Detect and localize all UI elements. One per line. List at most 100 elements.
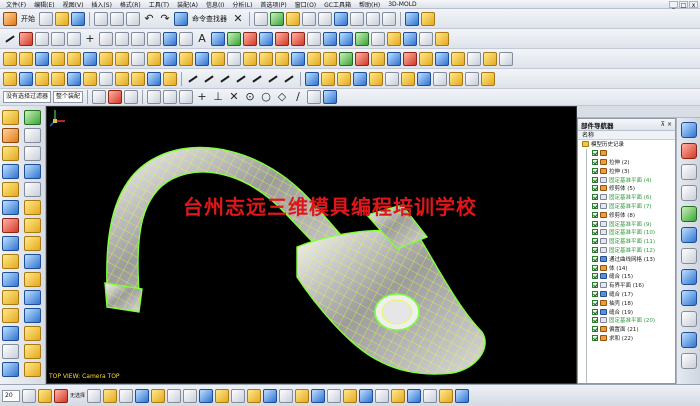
- checkbox[interactable]: [592, 158, 598, 165]
- snap-face-icon[interactable]: [307, 90, 322, 104]
- checkbox[interactable]: [592, 150, 598, 157]
- undo-icon[interactable]: ↶: [142, 12, 156, 26]
- sketch-trim-icon[interactable]: [250, 72, 264, 86]
- tree-item[interactable]: [578, 149, 675, 158]
- perspective-icon[interactable]: [119, 388, 134, 403]
- checkbox[interactable]: [592, 264, 598, 271]
- curve-length-icon[interactable]: [371, 31, 385, 46]
- tree-item[interactable]: 缝合 (19): [578, 307, 675, 316]
- split-tool-icon[interactable]: [24, 254, 41, 269]
- redo-icon[interactable]: ↷: [158, 12, 172, 26]
- csys-icon[interactable]: [359, 388, 374, 403]
- face-blend-icon[interactable]: [99, 71, 113, 86]
- tree-item[interactable]: 固定基准平面 (11): [578, 237, 675, 246]
- checkbox[interactable]: [592, 255, 598, 262]
- intersect-curve-icon[interactable]: [243, 31, 257, 46]
- ellipse-icon[interactable]: [147, 31, 161, 46]
- datum-csys-icon[interactable]: [24, 110, 41, 125]
- section-curve-icon[interactable]: [291, 31, 305, 46]
- info-icon[interactable]: [423, 388, 438, 403]
- edit-curve-icon[interactable]: [355, 31, 369, 46]
- system-scenes-icon[interactable]: [680, 311, 697, 327]
- pin-close-icon[interactable]: ⊼ ×: [661, 121, 672, 128]
- menu-insert[interactable]: 插入(S): [87, 0, 116, 9]
- wrap-curve-icon[interactable]: [419, 31, 433, 46]
- view-front-icon[interactable]: [167, 388, 182, 403]
- scale-body-icon[interactable]: [419, 51, 433, 66]
- snap-endpoint-icon[interactable]: [163, 90, 178, 104]
- constraint-navigator-icon[interactable]: [680, 143, 697, 159]
- intersect-icon[interactable]: [227, 51, 241, 66]
- analysis-icon[interactable]: [305, 71, 319, 86]
- polygon-icon[interactable]: [131, 31, 145, 46]
- offset-face-icon[interactable]: [355, 51, 369, 66]
- checkbox[interactable]: [592, 290, 598, 297]
- groove-icon[interactable]: [179, 51, 193, 66]
- pan-icon[interactable]: [87, 388, 102, 403]
- zoom-dropdown[interactable]: 20: [2, 389, 20, 402]
- checkbox[interactable]: [592, 176, 598, 183]
- snap-midpoint-icon[interactable]: [179, 90, 194, 104]
- graphics-viewport[interactable]: 台州志远三维模具编程培训学校 TOP VIEW: Camera TOP: [46, 106, 577, 384]
- system-materials-icon[interactable]: [680, 248, 697, 264]
- palette-icon[interactable]: [680, 332, 697, 348]
- start-icon[interactable]: [3, 11, 17, 26]
- checkbox[interactable]: [592, 211, 598, 218]
- wcs-icon[interactable]: [270, 11, 284, 26]
- sew-tool-icon[interactable]: [2, 290, 19, 305]
- sweep-tool-icon[interactable]: [2, 146, 19, 161]
- macro-icon[interactable]: [455, 388, 470, 403]
- general-select-icon[interactable]: [108, 90, 123, 104]
- patch-tool-icon[interactable]: [24, 290, 41, 305]
- save-icon[interactable]: [71, 11, 85, 26]
- blend-tool-icon[interactable]: [2, 182, 19, 197]
- restore-button[interactable]: □: [679, 0, 688, 9]
- checkbox[interactable]: [592, 273, 598, 280]
- thicken-icon[interactable]: [339, 51, 353, 66]
- move-face-icon[interactable]: [24, 308, 41, 323]
- cylinder-icon[interactable]: [51, 51, 65, 66]
- cone-icon[interactable]: [67, 51, 81, 66]
- curve-icon[interactable]: [67, 31, 81, 46]
- hole-tool-icon[interactable]: [24, 146, 41, 161]
- window-icon[interactable]: [254, 11, 268, 26]
- n-sided-surface-icon[interactable]: [67, 71, 81, 86]
- checkbox[interactable]: [592, 334, 598, 341]
- checkbox[interactable]: [592, 167, 598, 174]
- tree-item[interactable]: 修剪体 (5): [578, 184, 675, 193]
- tree-item[interactable]: 通过曲线网格 (13): [578, 254, 675, 263]
- through-curve-mesh-icon[interactable]: [19, 71, 33, 86]
- checkbox[interactable]: [592, 308, 598, 315]
- sketch-offset-icon[interactable]: [282, 72, 296, 86]
- sphere-icon[interactable]: [83, 51, 97, 66]
- boolean-tool-icon[interactable]: [2, 218, 19, 233]
- offset-surface-icon[interactable]: [131, 71, 145, 86]
- selection-scope-dropdown[interactable]: 整个装配: [53, 91, 84, 103]
- measure-angle-icon[interactable]: [407, 388, 422, 403]
- section-view-icon[interactable]: [247, 388, 262, 403]
- layer-icon[interactable]: [286, 11, 300, 26]
- text-icon[interactable]: A: [195, 32, 209, 46]
- start-button[interactable]: 开始: [19, 14, 37, 24]
- rotate-icon[interactable]: [103, 388, 118, 403]
- selection-mode-icon[interactable]: [54, 388, 68, 403]
- extrude-tool-icon[interactable]: [2, 128, 19, 143]
- highlight-icon[interactable]: [421, 11, 435, 26]
- tree-item[interactable]: 缝合 (15): [578, 272, 675, 281]
- bridge-curve-icon[interactable]: [259, 31, 273, 46]
- studio-surface-icon[interactable]: [83, 71, 97, 86]
- rectangle-icon[interactable]: [115, 31, 129, 46]
- mirror-icon[interactable]: [387, 51, 401, 66]
- orient-view-icon[interactable]: [405, 11, 419, 26]
- tree-item[interactable]: 拉伸 (2): [578, 158, 675, 167]
- unite-icon[interactable]: [195, 51, 209, 66]
- sketch-profile-icon[interactable]: [218, 72, 232, 86]
- menu-gc-toolbox[interactable]: GC工具箱: [320, 0, 355, 9]
- measure-tool-icon[interactable]: [24, 362, 41, 377]
- measure-distance-icon[interactable]: [391, 388, 406, 403]
- minimize-button[interactable]: _: [669, 0, 678, 9]
- view-iso-icon[interactable]: [215, 388, 230, 403]
- circle-icon[interactable]: [35, 31, 49, 46]
- edge-blend-icon[interactable]: [243, 51, 257, 66]
- layer-settings-icon[interactable]: [263, 388, 278, 403]
